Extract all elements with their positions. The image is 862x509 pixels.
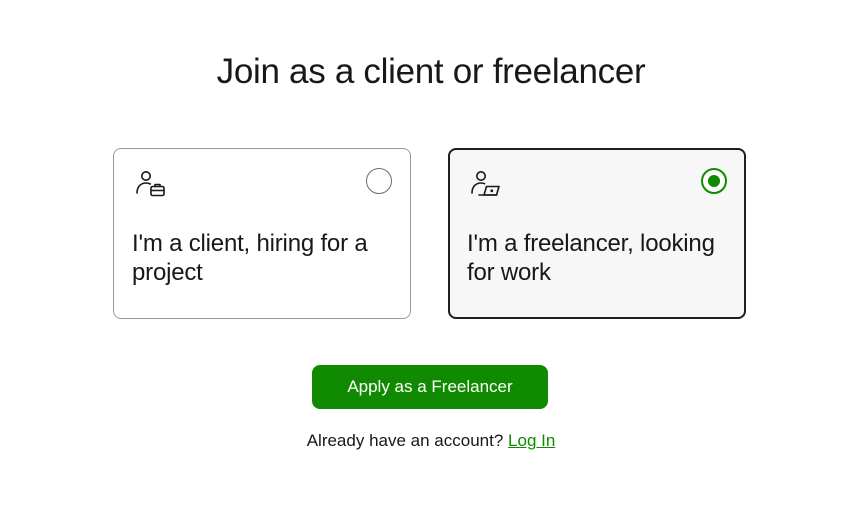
- radio-selected-dot: [708, 175, 720, 187]
- freelancer-laptop-icon: [469, 169, 503, 203]
- page-title: Join as a client or freelancer: [216, 52, 646, 91]
- login-link[interactable]: Log In: [508, 431, 555, 450]
- freelancer-option-card[interactable]: I'm a freelancer, looking for work: [448, 148, 746, 319]
- client-option-label: I'm a client, hiring for a project: [132, 230, 368, 286]
- client-option-card[interactable]: I'm a client, hiring for a project: [113, 148, 411, 319]
- client-radio-button[interactable]: [366, 168, 392, 194]
- apply-as-freelancer-button[interactable]: Apply as a Freelancer: [312, 365, 548, 409]
- login-prompt-text: Already have an account?: [306, 431, 504, 450]
- client-briefcase-icon: [134, 169, 168, 203]
- login-prompt-line: Already have an account? Log In: [0, 431, 862, 451]
- freelancer-radio-button[interactable]: [701, 168, 727, 194]
- freelancer-option-label: I'm a freelancer, looking for work: [467, 230, 715, 286]
